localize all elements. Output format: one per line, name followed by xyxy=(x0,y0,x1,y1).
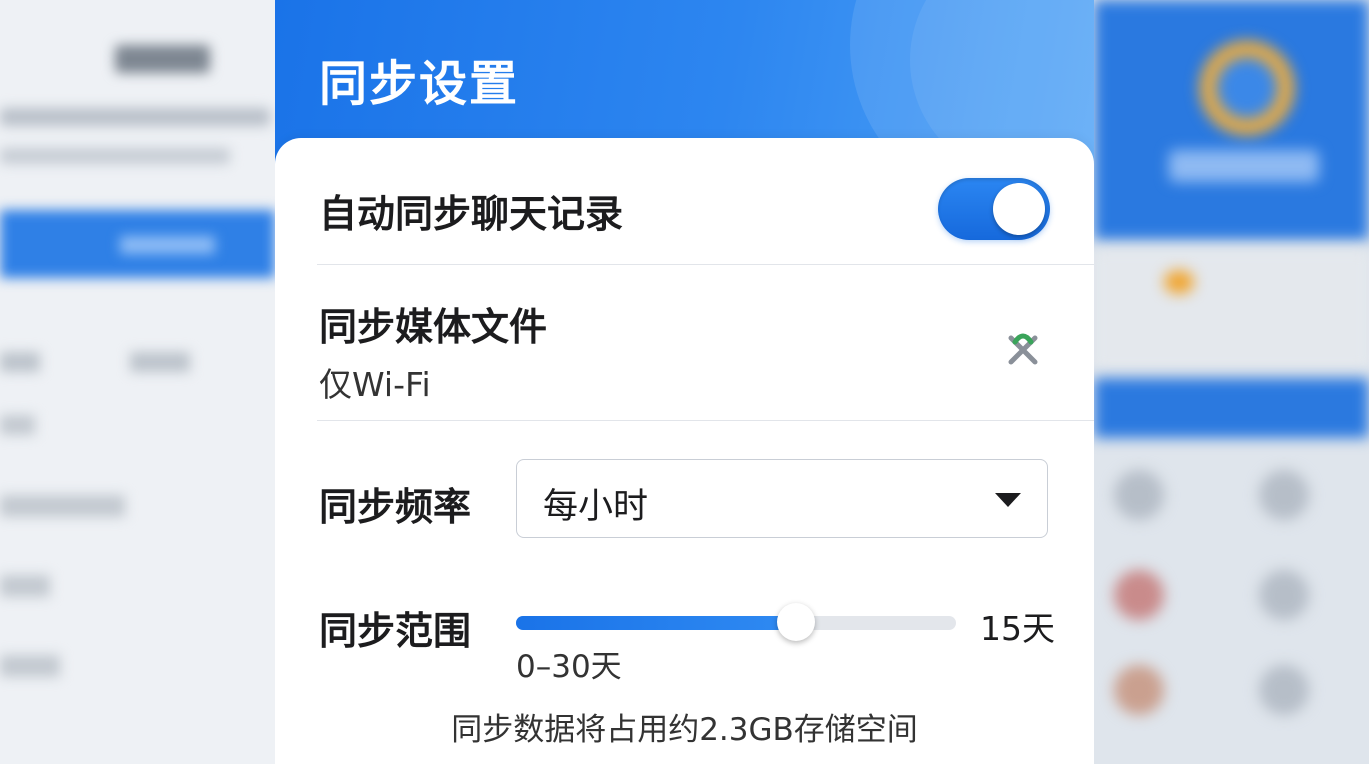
background-right-blurred xyxy=(1094,0,1369,764)
page-title: 同步设置 xyxy=(319,56,520,112)
sync-range-label: 同步范围 xyxy=(319,609,472,653)
divider xyxy=(317,264,1094,265)
sync-frequency-label: 同步频率 xyxy=(319,485,472,529)
auto-sync-label: 自动同步聊天记录 xyxy=(319,192,624,236)
sync-range-hint: 0–30天 xyxy=(516,649,622,685)
slider-fill xyxy=(516,616,796,630)
sync-range-value: 15天 xyxy=(980,609,1055,648)
sync-frequency-value: 每小时 xyxy=(543,487,649,527)
auto-sync-toggle[interactable] xyxy=(938,178,1050,240)
storage-note: 同步数据将占用约2.3GB存储空间 xyxy=(451,712,918,748)
divider xyxy=(317,420,1094,421)
background-left-blurred xyxy=(0,0,275,764)
sync-settings-panel: 同步设置 自动同步聊天记录 同步媒体文件 仅Wi-Fi 同步频率 每小时 同步范… xyxy=(275,0,1094,764)
toggle-knob xyxy=(993,183,1045,235)
wifi-badge-icon[interactable] xyxy=(1003,328,1043,368)
slider-thumb[interactable] xyxy=(777,603,815,641)
settings-card: 自动同步聊天记录 同步媒体文件 仅Wi-Fi 同步频率 每小时 同步范围 15天… xyxy=(275,138,1094,764)
chevron-down-icon xyxy=(995,493,1021,507)
sync-range-slider[interactable] xyxy=(516,603,956,641)
sync-frequency-select[interactable]: 每小时 xyxy=(516,459,1048,538)
sync-media-value: 仅Wi-Fi xyxy=(319,365,431,404)
sync-media-label: 同步媒体文件 xyxy=(319,305,548,349)
